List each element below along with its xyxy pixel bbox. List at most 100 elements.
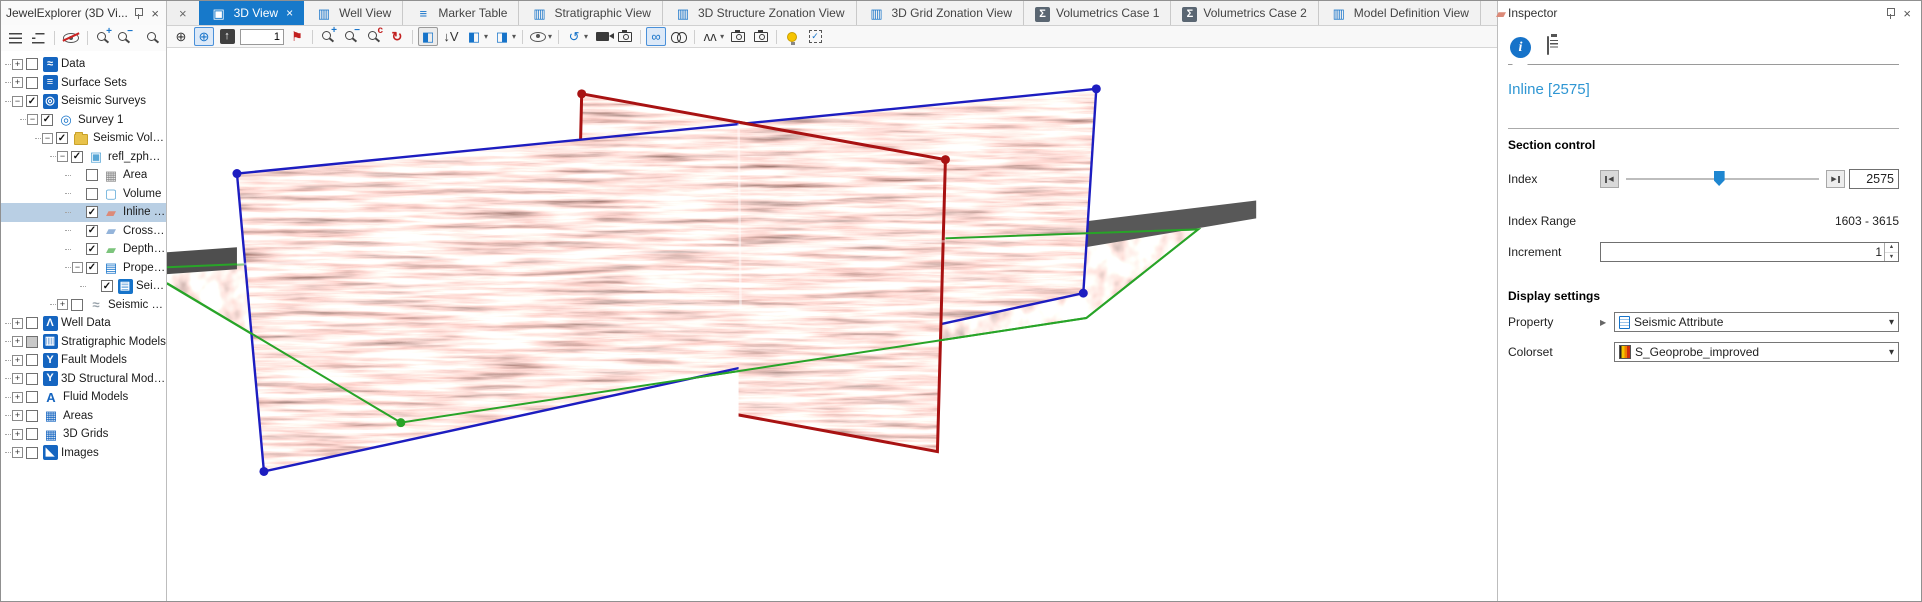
select-sections-icon[interactable]: ⊕ [194, 27, 214, 46]
checkbox[interactable] [26, 354, 38, 366]
light-icon[interactable] [782, 27, 802, 46]
tree-item-stratigraphic-models[interactable]: +▥Stratigraphic Models [1, 333, 166, 352]
checkbox[interactable] [26, 77, 38, 89]
tab-3d-structure-zonation-view[interactable]: ▥3D Structure Zonation View [663, 1, 857, 25]
checkbox[interactable]: ✓ [56, 132, 68, 144]
checkbox[interactable]: ✓ [41, 114, 53, 126]
info-tab[interactable]: i [1510, 37, 1531, 58]
property-expander-icon[interactable]: ▶ [1600, 318, 1614, 327]
index-input[interactable]: 2575 [1849, 169, 1899, 189]
depthslice-handle-1[interactable] [396, 418, 405, 427]
crossline-handle-4[interactable] [259, 467, 268, 476]
expand-icon[interactable]: + [12, 410, 23, 421]
checkbox[interactable] [26, 447, 38, 459]
checkbox[interactable] [26, 410, 38, 422]
expand-icon[interactable]: + [12, 59, 23, 70]
checkbox[interactable]: ✓ [86, 206, 98, 218]
tree-item-crossline[interactable]: ✓▰Crossline ... [1, 222, 166, 241]
tree-item-well-data[interactable]: +ΛWell Data [1, 314, 166, 333]
tree-item-seismic-surveys[interactable]: −✓◎Seismic Surveys [1, 92, 166, 111]
expand-rows-icon[interactable] [6, 29, 24, 47]
checkbox[interactable]: ✓ [26, 95, 38, 107]
tree-item-data[interactable]: +≈Data [1, 55, 166, 74]
increment-input[interactable]: 1 ▲▼ [1600, 242, 1899, 262]
property-select[interactable]: Seismic Attribute ▾ [1614, 312, 1899, 332]
hide-visibility-icon[interactable] [62, 29, 80, 47]
checkbox[interactable] [26, 391, 38, 403]
tab-stratigraphic-view[interactable]: ▥Stratigraphic View [519, 1, 663, 25]
collapse-icon[interactable]: − [72, 262, 83, 273]
close-panel-icon[interactable]: × [1901, 7, 1913, 20]
spin-up-icon[interactable]: ▲ [1885, 243, 1898, 253]
tree-item-areas[interactable]: +▦Areas [1, 407, 166, 426]
checkbox[interactable] [26, 428, 38, 440]
expand-icon[interactable]: + [57, 299, 68, 310]
checkbox[interactable] [71, 299, 83, 311]
select-region-icon[interactable]: ✓ [805, 27, 825, 46]
checkbox[interactable]: ✓ [71, 151, 83, 163]
search-icon[interactable] [145, 30, 161, 46]
increment-spinner[interactable]: ▲▼ [1884, 243, 1898, 261]
index-last-button[interactable]: ▶ [1826, 170, 1845, 188]
collapse-rows-icon[interactable] [29, 29, 47, 47]
vertical-exaggeration-icon[interactable]: ↓V [441, 27, 461, 46]
tree-item-properties[interactable]: −✓▤Properties [1, 259, 166, 278]
checkbox[interactable] [26, 336, 38, 348]
crossline-handle-3[interactable] [1079, 289, 1088, 298]
expand-icon[interactable]: + [12, 77, 23, 88]
collapse-icon[interactable]: − [57, 151, 68, 162]
expand-icon[interactable]: + [12, 336, 23, 347]
checkbox[interactable]: ✓ [101, 280, 113, 292]
zoom-extents-icon[interactable]: c [364, 27, 384, 46]
3d-viewport[interactable] [167, 48, 1497, 601]
index-slider-thumb[interactable] [1714, 171, 1725, 186]
expand-icon[interactable]: + [12, 355, 23, 366]
probe-tool-icon[interactable]: ⚑ [287, 27, 307, 46]
tab-marker-table[interactable]: ≡Marker Table [403, 1, 519, 25]
tree-item-fault-models[interactable]: +YFault Models [1, 351, 166, 370]
tree-item-3d-grids[interactable]: +▦3D Grids [1, 425, 166, 444]
tab-volumetrics-case-1[interactable]: ΣVolumetrics Case 1 [1024, 1, 1171, 25]
expand-icon[interactable]: + [12, 373, 23, 384]
checkbox[interactable] [26, 58, 38, 70]
tree-item-seismic-volumes-1[interactable]: −✓Seismic Volumes 1 [1, 129, 166, 148]
view-cube-icon[interactable]: ◧ [418, 27, 438, 46]
tree-item-fluid-models[interactable]: +AFluid Models [1, 388, 166, 407]
section-step-icon[interactable]: ↑ [217, 27, 237, 46]
tab-volumetrics-case-2[interactable]: ΣVolumetrics Case 2 [1171, 1, 1318, 25]
pin-icon[interactable] [134, 8, 143, 19]
tree-item-seismic-inter[interactable]: +≈Seismic Inter... [1, 296, 166, 315]
camera-settings-icon[interactable] [615, 27, 635, 46]
record-movie-icon[interactable] [592, 27, 612, 46]
checkbox[interactable]: ✓ [86, 243, 98, 255]
tab-3d-grid-zonation-view[interactable]: ▥3D Grid Zonation View [857, 1, 1025, 25]
section-step-input[interactable]: 1 [240, 29, 284, 45]
tree-item-surface-sets[interactable]: +≡Surface Sets [1, 74, 166, 93]
copy-image-icon[interactable] [751, 27, 771, 46]
tree-item-depthslic[interactable]: ✓▰Depthslic... [1, 240, 166, 259]
tab-model-definition-view[interactable]: ▥Model Definition View [1319, 1, 1481, 25]
checkbox[interactable] [26, 373, 38, 385]
rotate-view-icon[interactable]: ↻ [387, 27, 407, 46]
export-scene-icon[interactable]: ◨▾ [492, 27, 517, 46]
index-first-button[interactable]: ◀ [1600, 170, 1619, 188]
expand-icon[interactable]: + [12, 392, 23, 403]
stereo-view-icon[interactable]: ∞ [646, 27, 666, 46]
tree-item-survey-1[interactable]: −✓◎Survey 1 [1, 111, 166, 130]
pin-icon[interactable] [1886, 8, 1895, 19]
tree-item-volume[interactable]: ▢Volume [1, 185, 166, 204]
colorset-select[interactable]: S_Geoprobe_improved ▾ [1614, 342, 1899, 362]
expand-icon[interactable]: + [12, 447, 23, 458]
expand-icon[interactable]: + [12, 318, 23, 329]
binoculars-icon[interactable] [669, 27, 689, 46]
checkbox[interactable] [86, 169, 98, 181]
zoom-in-icon[interactable]: + [318, 27, 338, 46]
spin-down-icon[interactable]: ▼ [1885, 253, 1898, 262]
visibility-icon[interactable]: ▾ [528, 27, 553, 46]
checkbox[interactable] [26, 317, 38, 329]
close-tab-icon[interactable]: × [286, 6, 293, 20]
spin-view-icon[interactable]: ↺▾ [564, 27, 589, 46]
tree-item-area[interactable]: ▦Area [1, 166, 166, 185]
inline-handle-1[interactable] [577, 89, 586, 98]
wiggle-display-icon[interactable]: ʌʌ▾ [700, 27, 725, 46]
